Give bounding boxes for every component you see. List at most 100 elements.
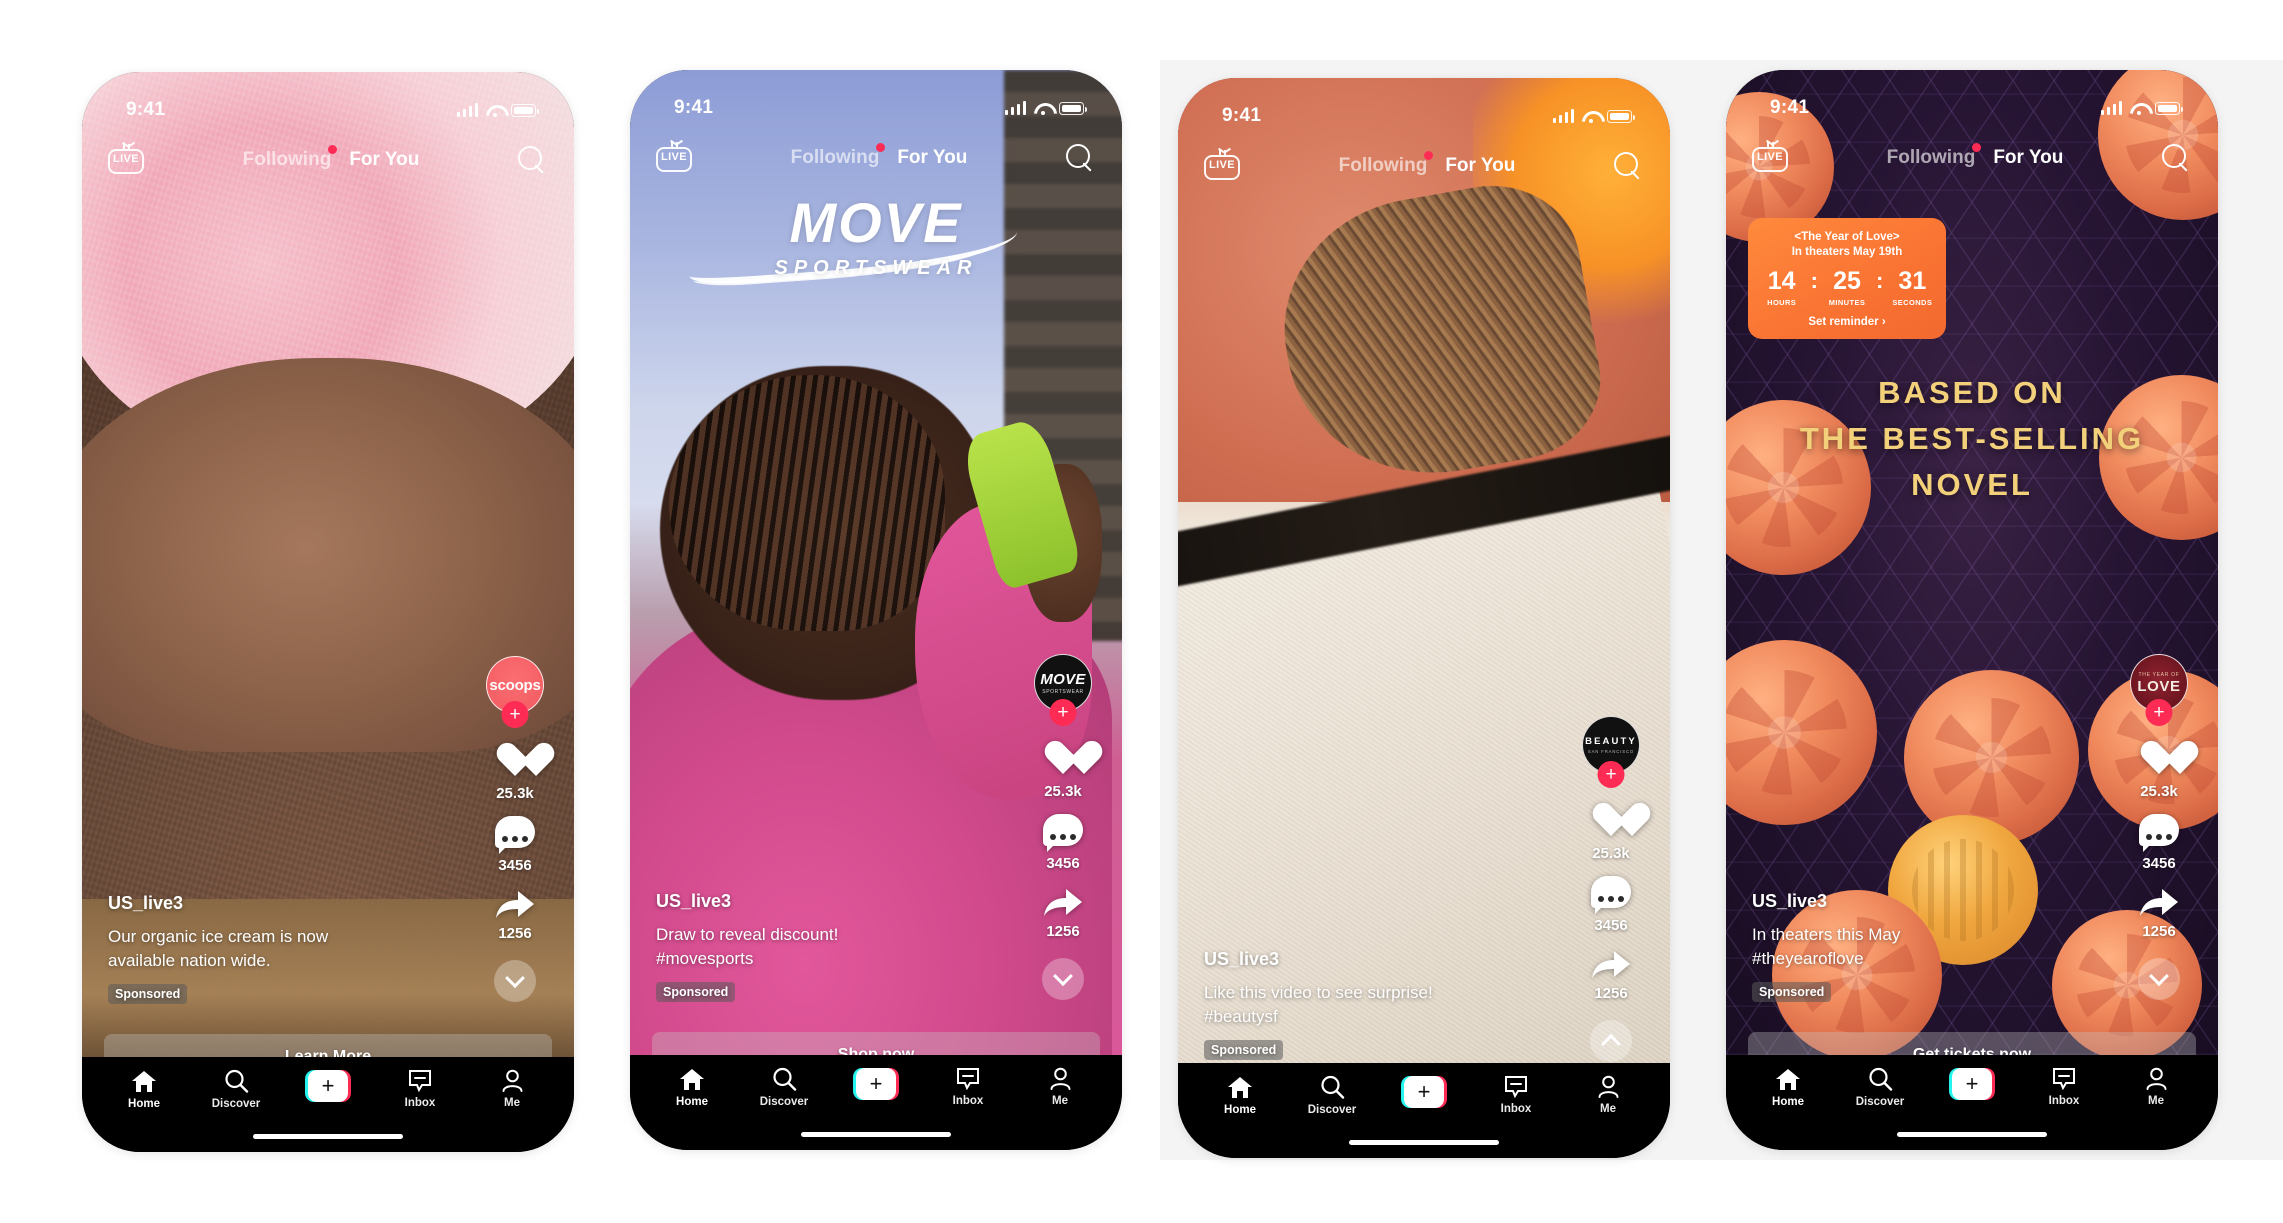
tab-inbox[interactable]: Inbox	[2026, 1067, 2102, 1107]
countdown-title: <The Year of Love> In theaters May 19th	[1758, 230, 1936, 261]
hero-line-2: THE BEST-SELLING	[1799, 420, 2145, 456]
tab-discover[interactable]: Discover	[1294, 1075, 1370, 1116]
create-plus-label: +	[308, 1070, 348, 1102]
comment-button[interactable]: 3456	[495, 816, 535, 874]
tab-home[interactable]: Home	[1202, 1075, 1278, 1116]
countdown-hours: 14 HOURS	[1760, 268, 1804, 307]
tab-home[interactable]: Home	[1750, 1067, 1826, 1108]
share-button[interactable]: 1256	[2138, 886, 2180, 940]
live-icon[interactable]: LIVE	[1204, 150, 1240, 181]
search-icon[interactable]	[1066, 144, 1094, 172]
tab-me[interactable]: Me	[1570, 1075, 1646, 1115]
tab-discover[interactable]: Discover	[198, 1069, 274, 1110]
avatar-label: BEAUTY	[1585, 736, 1637, 747]
tab-discover[interactable]: Discover	[1842, 1067, 1918, 1108]
status-time: 9:41	[674, 97, 714, 118]
tab-me[interactable]: Me	[2118, 1067, 2194, 1107]
wifi-icon	[2130, 102, 2147, 115]
cellular-signal-icon	[456, 103, 478, 117]
caption-text: Our organic ice cream is now available n…	[108, 925, 408, 973]
create-button[interactable]: +	[1949, 1068, 1995, 1100]
like-button[interactable]: 25.3k	[495, 744, 536, 802]
create-button[interactable]: +	[305, 1070, 351, 1102]
search-icon[interactable]	[2162, 144, 2190, 172]
create-button[interactable]: +	[1401, 1076, 1447, 1108]
avatar[interactable]: scoops +	[486, 656, 544, 728]
username[interactable]: US_live3	[1204, 949, 1504, 970]
bottom-tab-bar: Home Discover + Inbox Me	[82, 1057, 574, 1152]
expand-card-button[interactable]	[494, 960, 536, 1002]
profile-icon	[1049, 1067, 1072, 1090]
share-button[interactable]: 1256	[1042, 886, 1084, 940]
status-time: 9:41	[1222, 105, 1262, 126]
expand-card-button[interactable]	[1590, 1020, 1632, 1062]
username[interactable]: US_live3	[1752, 891, 2052, 912]
tab-me-label: Me	[1600, 1103, 1616, 1115]
follow-plus-button[interactable]: +	[501, 701, 529, 728]
countdown-widget[interactable]: <The Year of Love> In theaters May 19th …	[1748, 218, 1946, 339]
share-count: 1256	[498, 925, 532, 942]
tab-for-you[interactable]: For You	[349, 149, 419, 171]
live-icon[interactable]: LIVE	[656, 142, 692, 173]
tab-create[interactable]: +	[1386, 1075, 1462, 1108]
follow-plus-button[interactable]: +	[1049, 699, 1077, 726]
comment-button[interactable]: 3456	[2139, 814, 2179, 872]
username[interactable]: US_live3	[108, 893, 408, 914]
comment-button[interactable]: 3456	[1591, 876, 1631, 934]
share-button[interactable]: 1256	[1590, 948, 1632, 1002]
tab-inbox[interactable]: Inbox	[382, 1069, 458, 1109]
avatar[interactable]: BEAUTY SAN FRANCISCO +	[1582, 716, 1640, 788]
tab-home[interactable]: Home	[106, 1069, 182, 1110]
tab-following[interactable]: Following	[1887, 143, 1982, 169]
live-icon[interactable]: LIVE	[1752, 142, 1788, 173]
bottom-tab-bar: Home Discover + Inbox Me	[1726, 1055, 2218, 1150]
create-button[interactable]: +	[853, 1068, 899, 1100]
follow-plus-button[interactable]: +	[2145, 699, 2173, 726]
tab-discover[interactable]: Discover	[746, 1067, 822, 1108]
tab-for-you[interactable]: For You	[1993, 147, 2063, 169]
search-icon[interactable]	[518, 146, 546, 174]
live-icon[interactable]: LIVE	[108, 144, 144, 175]
avatar-label: MOVE	[1040, 671, 1086, 688]
expand-card-button[interactable]	[2138, 958, 2180, 1000]
comment-button[interactable]: 3456	[1043, 814, 1083, 872]
inbox-icon	[1504, 1075, 1528, 1098]
tab-me-label: Me	[2148, 1095, 2164, 1107]
battery-icon	[511, 104, 539, 117]
avatar[interactable]: THE YEAR OF LOVE +	[2130, 654, 2188, 726]
profile-icon	[2145, 1067, 2168, 1090]
top-navigation: LIVE Following For You	[1726, 128, 2218, 188]
like-button[interactable]: 25.3k	[2139, 742, 2180, 800]
tab-for-you[interactable]: For You	[897, 147, 967, 169]
countdown-minutes-value: 25	[1833, 266, 1861, 295]
tab-create[interactable]: +	[290, 1069, 366, 1102]
notification-dot	[1424, 151, 1434, 160]
home-icon	[679, 1067, 705, 1091]
home-indicator	[801, 1132, 951, 1137]
expand-card-button[interactable]	[1042, 958, 1084, 1000]
like-button[interactable]: 25.3k	[1591, 804, 1632, 862]
follow-plus-button[interactable]: +	[1597, 761, 1625, 788]
tab-me[interactable]: Me	[474, 1069, 550, 1109]
tab-create[interactable]: +	[1934, 1067, 2010, 1100]
username[interactable]: US_live3	[656, 891, 956, 912]
tab-create[interactable]: +	[838, 1067, 914, 1100]
like-count: 25.3k	[2140, 783, 2178, 800]
search-icon[interactable]	[1614, 152, 1642, 180]
status-icons	[1552, 109, 1635, 123]
discover-search-icon	[1868, 1067, 1893, 1091]
like-button[interactable]: 25.3k	[1043, 742, 1084, 800]
tab-following-label: Following	[1338, 155, 1428, 176]
tab-following[interactable]: Following	[1338, 151, 1434, 177]
share-button[interactable]: 1256	[494, 888, 536, 942]
avatar[interactable]: MOVE SPORTSWEAR +	[1034, 654, 1092, 726]
tab-following[interactable]: Following	[243, 145, 338, 171]
tab-for-you[interactable]: For You	[1445, 155, 1515, 177]
tab-inbox[interactable]: Inbox	[1478, 1075, 1554, 1115]
comment-icon	[1043, 814, 1083, 852]
tab-me[interactable]: Me	[1022, 1067, 1098, 1107]
tab-inbox[interactable]: Inbox	[930, 1067, 1006, 1107]
tab-following[interactable]: Following	[791, 143, 886, 169]
tab-home[interactable]: Home	[654, 1067, 730, 1108]
set-reminder-button[interactable]: Set reminder ›	[1758, 316, 1936, 328]
